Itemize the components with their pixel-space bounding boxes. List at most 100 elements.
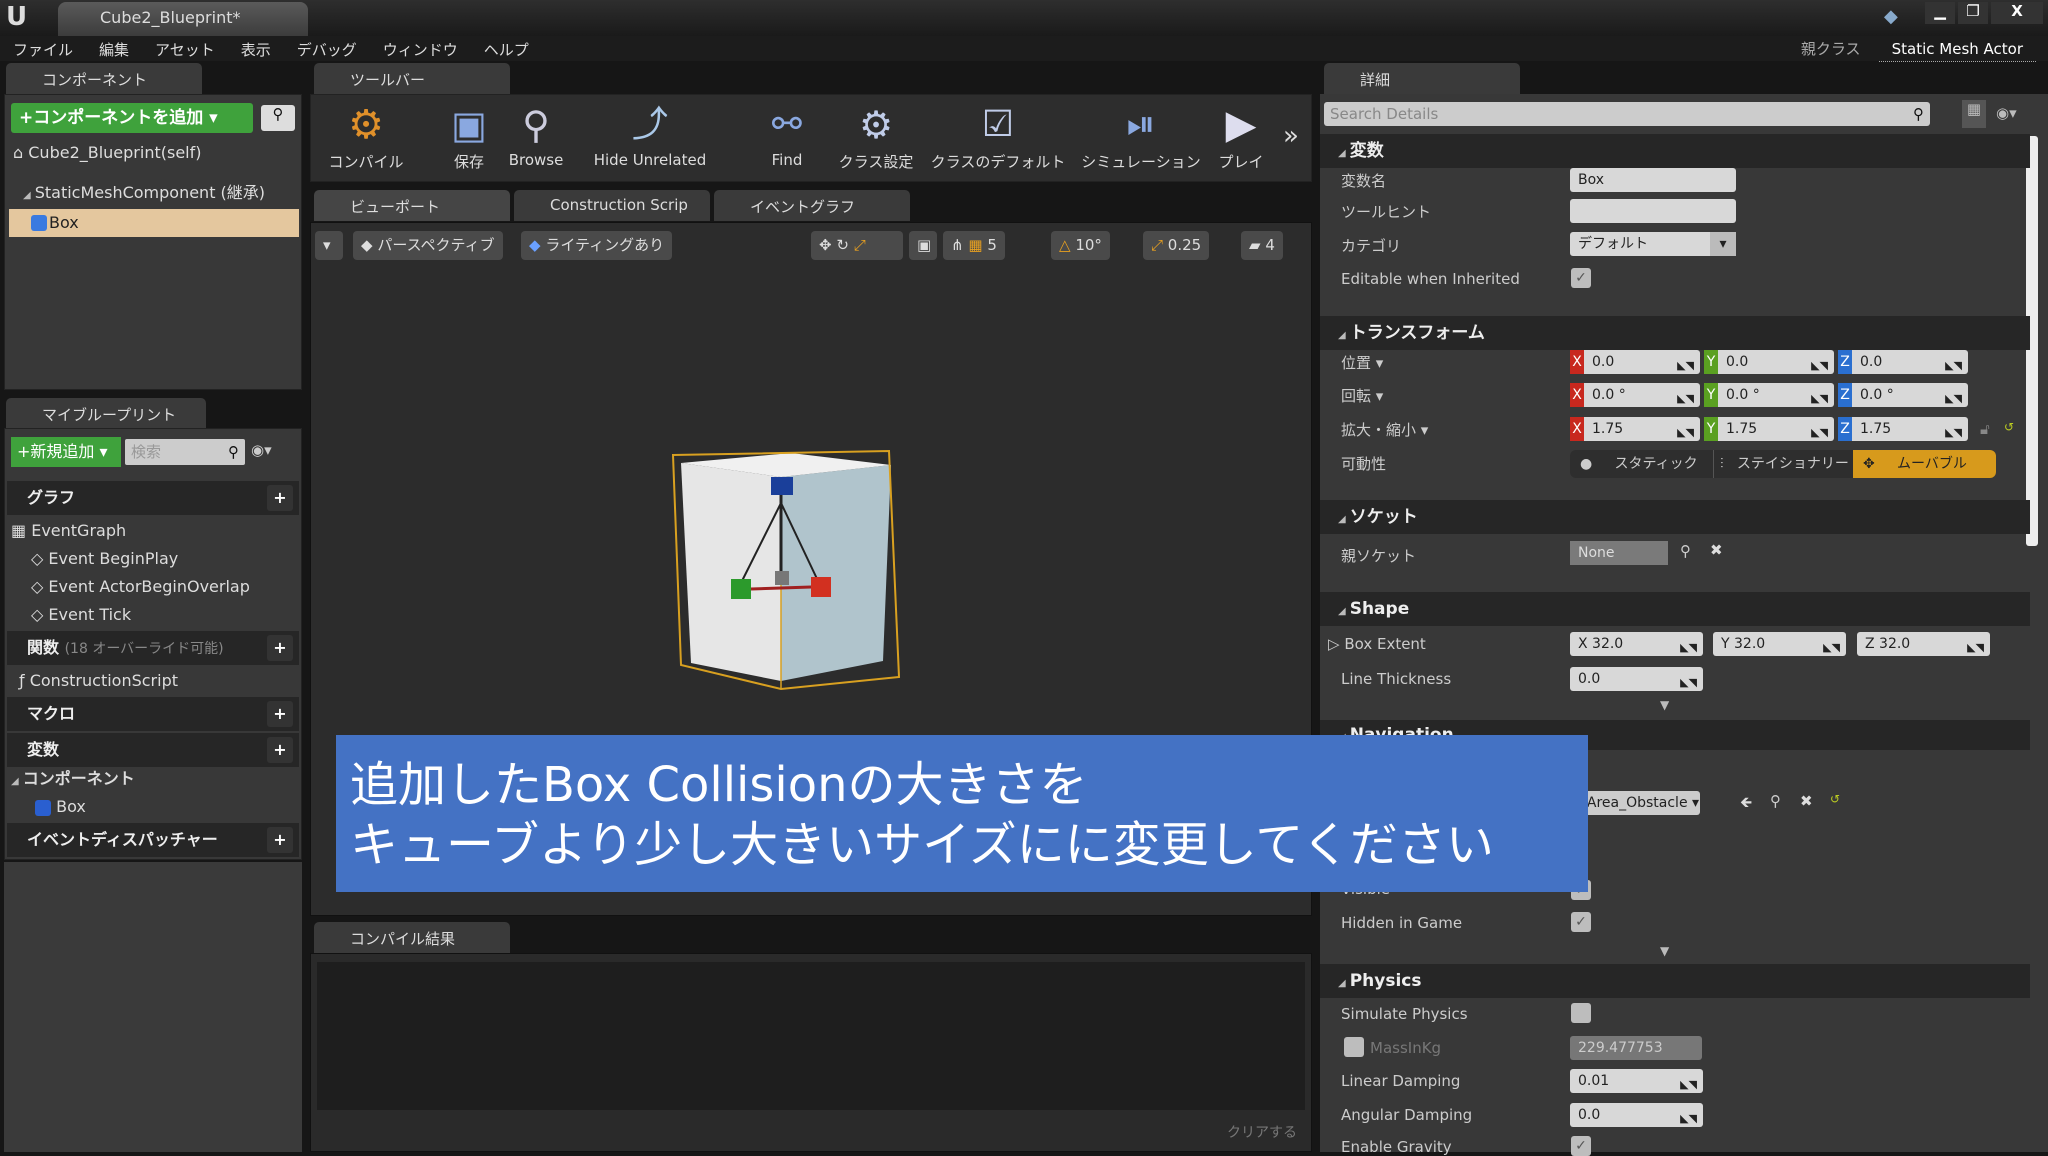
components-category[interactable]: ◢ コンポーネント <box>11 765 135 793</box>
rotation-label[interactable]: 回転 ▾ <box>1341 385 1383 406</box>
tab-construction-script[interactable]: Construction Scrip <box>514 190 710 221</box>
box-extent-y[interactable]: Y 32.0 ◣◥ <box>1713 632 1846 656</box>
rotation-z-input[interactable]: 0.0 ° ◣◥ <box>1852 383 1968 407</box>
box-extent-z[interactable]: Z 32.0 ◣◥ <box>1857 632 1990 656</box>
world-local-icon[interactable]: ▣ <box>909 231 937 260</box>
nav-clear-icon[interactable]: ✖ <box>1800 792 1813 810</box>
perspective-button[interactable]: ◆ パースペクティブ <box>353 231 503 260</box>
rotation-x-input[interactable]: 0.0 ° ◣◥ <box>1584 383 1700 407</box>
variable-name-input[interactable]: Box <box>1570 168 1736 192</box>
functions-section[interactable]: 関数 (18 オーバーライド可能) + <box>7 631 299 665</box>
box-extent-x[interactable]: X 32.0 ◣◥ <box>1570 632 1703 656</box>
menu-window[interactable]: ウィンドウ <box>370 36 471 61</box>
editable-inherited-checkbox[interactable]: ✓ <box>1571 268 1591 288</box>
menu-file[interactable]: ファイル <box>0 36 86 61</box>
reset-icon[interactable]: ↺ <box>1830 792 1840 806</box>
component-staticmesh[interactable]: ◢ StaticMeshComponent (継承) <box>23 179 265 207</box>
search-icon[interactable]: ⚲ <box>261 105 295 131</box>
camera-speed-button[interactable]: ▰ 4 <box>1241 231 1283 260</box>
section-variables[interactable]: ◢ 変数 <box>1320 134 2030 168</box>
section-sockets[interactable]: ◢ ソケット <box>1320 500 2030 534</box>
macros-section[interactable]: マクロ + <box>7 697 299 731</box>
event-graph-item[interactable]: ▦ EventGraph <box>11 517 126 545</box>
variable-box[interactable]: Box <box>35 793 86 821</box>
category-dropdown[interactable]: デフォルト ▾ <box>1570 232 1736 256</box>
tab-viewport[interactable]: ビューポート <box>314 190 510 221</box>
menu-help[interactable]: ヘルプ <box>471 36 542 61</box>
add-macro-icon[interactable]: + <box>267 701 293 727</box>
component-self[interactable]: ⌂ Cube2_Blueprint(self) <box>13 139 201 167</box>
spin-icon[interactable]: ◣◥ <box>1811 421 1828 445</box>
simulate-physics-checkbox[interactable] <box>1571 1003 1591 1023</box>
minimize-button[interactable]: ▁ <box>1925 2 1955 24</box>
viewport-options-button[interactable]: ▾ <box>315 231 343 260</box>
angular-damping-input[interactable]: 0.0 ◣◥ <box>1570 1103 1703 1127</box>
add-component-button[interactable]: +コンポーネントを追加 ▾ <box>11 103 253 133</box>
spin-icon[interactable]: ◣◥ <box>1811 387 1828 411</box>
browse-button[interactable]: ⚲ Browse <box>505 95 567 181</box>
location-z-input[interactable]: 0.0 ◣◥ <box>1852 350 1968 374</box>
enable-gravity-checkbox[interactable]: ✓ <box>1571 1136 1591 1156</box>
document-tab[interactable]: Cube2_Blueprint* <box>58 2 308 36</box>
variables-section[interactable]: 変数 + <box>7 733 299 767</box>
section-physics[interactable]: ◢ Physics <box>1320 964 2030 998</box>
advanced-expand-icon[interactable]: ▼ <box>1660 944 1669 958</box>
use-selected-arrow-icon[interactable]: 🡸 <box>1740 792 1752 817</box>
rotation-snap-button[interactable]: △ 10° <box>1051 231 1110 260</box>
add-dispatcher-icon[interactable]: + <box>267 827 293 853</box>
nav-area-dropdown[interactable]: avArea_Obstacle ▾ <box>1570 791 1700 815</box>
location-x-input[interactable]: 0.0 ◣◥ <box>1584 350 1700 374</box>
add-graph-icon[interactable]: + <box>267 485 293 511</box>
spin-icon[interactable]: ◣◥ <box>1945 421 1962 445</box>
rotation-y-input[interactable]: 0.0 ° ◣◥ <box>1718 383 1834 407</box>
grid-snap-button[interactable]: ⋔ ▦ 5 <box>943 231 1005 260</box>
construction-script-item[interactable]: ƒ ConstructionScript <box>19 667 178 695</box>
add-variable-icon[interactable]: + <box>267 737 293 763</box>
spin-icon[interactable]: ◣◥ <box>1677 421 1694 445</box>
play-button[interactable]: ▶ プレイ <box>1211 95 1271 181</box>
location-y-input[interactable]: 0.0 ◣◥ <box>1718 350 1834 374</box>
mobility-stationary[interactable]: ⫶ ステイショナリー <box>1713 450 1853 478</box>
menu-asset[interactable]: アセット <box>142 36 228 61</box>
simulation-button[interactable]: ⏯ シミュレーション <box>1081 95 1201 181</box>
parent-socket-field[interactable]: None <box>1570 541 1668 565</box>
maximize-button[interactable]: ❐ <box>1958 2 1988 24</box>
save-button[interactable]: ▣ 保存 <box>439 95 499 181</box>
menu-view[interactable]: 表示 <box>228 36 284 61</box>
spin-icon[interactable]: ◣◥ <box>1677 354 1694 378</box>
spin-icon[interactable]: ◣◥ <box>1811 354 1828 378</box>
tooltip-input[interactable] <box>1570 199 1736 223</box>
scale-snap-button[interactable]: ⤢ 0.25 <box>1143 231 1210 260</box>
class-defaults-button[interactable]: ☑ クラスのデフォルト <box>929 95 1067 181</box>
event-item[interactable]: ◇ Event Tick <box>31 601 131 629</box>
scale-label[interactable]: 拡大・縮小 ▾ <box>1341 419 1428 440</box>
class-settings-button[interactable]: ⚙ クラス設定 <box>831 95 921 181</box>
component-box[interactable]: Box <box>9 209 299 237</box>
cube-preview[interactable] <box>651 443 951 723</box>
hide-unrelated-button[interactable]: ⤴ Hide Unrelated <box>591 95 709 181</box>
spin-icon[interactable]: ◣◥ <box>1945 354 1962 378</box>
linear-damping-input[interactable]: 0.01 ◣◥ <box>1570 1069 1703 1093</box>
line-thickness-input[interactable]: 0.0 ◣◥ <box>1570 667 1703 691</box>
details-tab[interactable]: 詳細 <box>1324 63 1520 94</box>
spin-icon[interactable]: ◣◥ <box>1677 387 1694 411</box>
add-new-button[interactable]: +新規追加 ▾ <box>11 437 121 467</box>
visibility-eye-icon[interactable]: ◉▾ <box>1996 104 2017 122</box>
event-item[interactable]: ◇ Event BeginPlay <box>31 545 178 573</box>
socket-clear-icon[interactable]: ✖ <box>1710 541 1723 559</box>
parent-class-link[interactable]: Static Mesh Actor <box>1878 37 2036 62</box>
close-button[interactable]: X <box>1991 2 2043 24</box>
add-function-icon[interactable]: + <box>267 635 293 661</box>
menu-debug[interactable]: デバッグ <box>284 36 370 61</box>
source-control-icon[interactable]: ◆ <box>1884 6 1898 27</box>
location-label[interactable]: 位置 ▾ <box>1341 352 1383 373</box>
toolbar-overflow-icon[interactable]: » <box>1283 121 1299 151</box>
event-item[interactable]: ◇ Event ActorBeginOverlap <box>31 573 250 601</box>
section-shape[interactable]: ◢ Shape <box>1320 592 2030 626</box>
find-button[interactable]: ⚯ Find <box>757 95 817 181</box>
dispatchers-section[interactable]: イベントディスパッチャー + <box>7 823 299 857</box>
details-search-input[interactable]: Search Details ⚲ <box>1324 102 1930 126</box>
clear-button[interactable]: クリアする <box>1227 1122 1297 1142</box>
components-tab[interactable]: コンポーネント <box>6 63 202 94</box>
box-extent-label[interactable]: ▷ Box Extent <box>1328 635 1426 653</box>
